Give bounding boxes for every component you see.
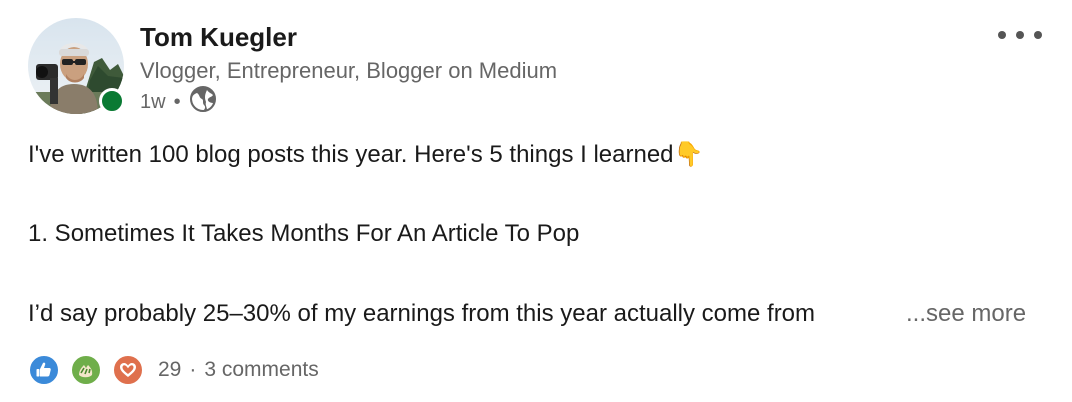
post-text-line-2: 1. Sometimes It Takes Months For An Arti… [28,220,580,247]
author-name[interactable]: Tom Kuegler [140,22,297,53]
post-text: I've written 100 blog posts this year. H… [28,141,674,168]
comments-count-link[interactable]: 3 comments [204,358,318,382]
post-text-line-1: I've written 100 blog posts this year. H… [28,140,703,169]
pointing-down-emoji-icon: 👇 [673,141,704,168]
meta-separator: • [173,90,181,113]
author-headline: Vlogger, Entrepreneur, Blogger on Medium [140,58,558,83]
social-separator: · [189,358,197,381]
post-meta: 1w • [140,85,217,119]
menu-dot [1016,31,1024,39]
post-time: 1w [140,90,166,113]
more-horizontal-icon[interactable] [998,26,1042,44]
online-status-indicator [99,88,125,114]
menu-dot [998,31,1006,39]
social-counts: 29 · 3 comments [28,354,319,386]
reaction-count[interactable]: 29 [158,358,181,382]
love-icon[interactable] [112,354,144,386]
like-icon[interactable] [28,354,60,386]
celebrate-icon[interactable] [70,354,102,386]
post-text-line-3: I’d say probably 25–30% of my earnings f… [28,300,816,327]
see-more-link[interactable]: ...see more [906,300,1026,328]
globe-icon [189,85,217,119]
menu-dot [1034,31,1042,39]
